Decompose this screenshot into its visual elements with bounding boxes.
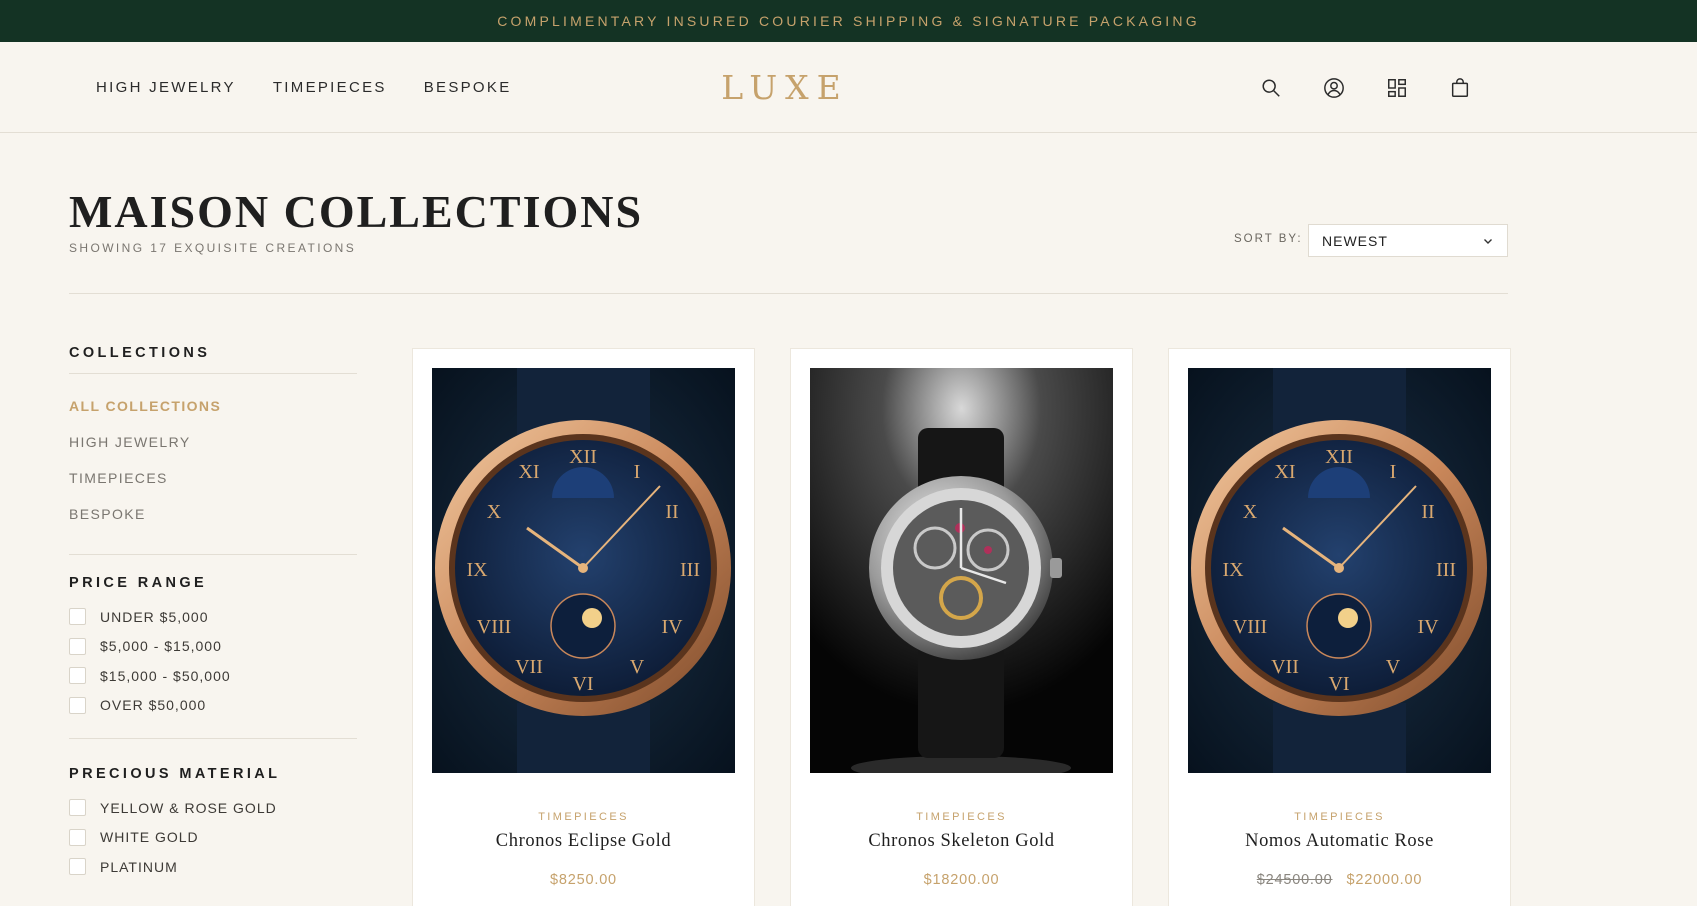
filter-sidebar: COLLECTIONS ALL COLLECTIONS HIGH JEWELRY… [69,345,357,882]
announcement-bar: COMPLIMENTARY INSURED COURIER SHIPPING &… [0,0,1697,42]
collection-high-jewelry[interactable]: HIGH JEWELRY [69,432,357,468]
product-card[interactable]: XII VI IX III I II IV V VII VIII X XI TIMEPIEC… [1168,348,1511,906]
svg-text:V: V [1386,656,1401,678]
announcement-text: COMPLIMENTARY INSURED COURIER SHIPPING &… [497,13,1200,29]
product-image[interactable]: XII VI IX III I II IV V VII VIII X XI [432,368,735,773]
price-filter-list: UNDER $5,000 $5,000 - $15,000 $15,000 - … [69,602,357,720]
svg-text:VII: VII [515,656,543,678]
page-title: MAISON COLLECTIONS [69,186,644,237]
svg-text:XI: XI [1274,461,1295,483]
product-name[interactable]: Nomos Automatic Rose [1169,831,1510,852]
material-heading: PRECIOUS MATERIAL [69,766,281,782]
material-filter-list: YELLOW & ROSE GOLD WHITE GOLD PLATINUM [69,793,357,882]
price-range-heading: PRICE RANGE [69,575,208,591]
divider [69,293,1508,294]
product-name[interactable]: Chronos Skeleton Gold [791,831,1132,852]
svg-text:II: II [665,501,678,523]
collection-timepieces[interactable]: TIMEPIECES [69,468,357,504]
svg-text:IX: IX [466,559,488,581]
svg-text:XI: XI [518,461,539,483]
svg-text:VIII: VIII [1233,616,1267,638]
material-option[interactable]: PLATINUM [69,852,357,882]
product-image[interactable]: XII VI IX III I II IV V VII VIII X XI [1188,368,1491,773]
divider [69,738,357,739]
svg-text:XII: XII [569,446,597,468]
collections-heading: COLLECTIONS [69,345,211,361]
product-card[interactable]: XII VI IX III I II IV V VII VIII X XI TIMEPIEC… [412,348,755,906]
svg-text:IV: IV [661,616,683,638]
svg-text:II: II [1421,501,1434,523]
collection-bespoke[interactable]: BESPOKE [69,504,357,540]
price-option[interactable]: UNDER $5,000 [69,602,357,632]
product-category: TIMEPIECES [1294,811,1385,823]
product-price-row: $24500.00 $22000.00 [1169,872,1510,888]
heart-icon[interactable] [699,382,719,402]
sort-dropdown[interactable]: NEWEST [1308,224,1508,257]
material-option[interactable]: YELLOW & ROSE GOLD [69,793,357,823]
svg-text:I: I [634,461,641,483]
heart-icon[interactable] [1455,382,1475,402]
heart-icon[interactable] [1077,382,1097,402]
svg-text:VI: VI [1328,673,1349,695]
product-card[interactable]: TIMEPIECES Chronos Skeleton Gold $18200.… [790,348,1133,906]
product-price-row: $8250.00 [413,872,754,888]
sort-label: SORT BY: [1234,233,1303,245]
checkbox[interactable] [69,858,86,876]
sort-value: NEWEST [1322,232,1388,249]
product-price: $22000.00 [1346,872,1423,888]
divider [69,554,357,555]
grid-icon[interactable] [1386,77,1408,99]
svg-text:VI: VI [572,673,593,695]
header-actions [1260,42,1471,133]
chevron-down-icon [1484,238,1492,244]
svg-text:X: X [1243,501,1258,523]
site-header: HIGH JEWELRY TIMEPIECES BESPOKE LUXE [0,42,1697,133]
checkbox[interactable] [69,696,86,714]
svg-text:III: III [680,559,700,581]
checkbox[interactable] [69,608,86,626]
svg-text:I: I [1390,461,1397,483]
product-name[interactable]: Chronos Eclipse Gold [413,831,754,852]
results-count: SHOWING 17 EXQUISITE CREATIONS [69,241,357,255]
product-category: TIMEPIECES [916,811,1007,823]
svg-text:VII: VII [1271,656,1299,678]
svg-text:X: X [487,501,502,523]
bag-icon[interactable] [1449,77,1471,99]
divider [69,373,357,374]
product-category: TIMEPIECES [538,811,629,823]
material-option[interactable]: WHITE GOLD [69,823,357,853]
collections-list: ALL COLLECTIONS HIGH JEWELRY TIMEPIECES … [69,396,357,540]
checkbox[interactable] [69,667,86,685]
checkbox[interactable] [69,828,86,846]
price-option[interactable]: $5,000 - $15,000 [69,632,357,662]
checkbox[interactable] [69,637,86,655]
svg-text:V: V [630,656,645,678]
account-icon[interactable] [1323,77,1345,99]
svg-text:XII: XII [1325,446,1353,468]
product-original-price: $24500.00 [1256,872,1333,888]
checkbox[interactable] [69,799,86,817]
svg-text:IX: IX [1222,559,1244,581]
collection-all[interactable]: ALL COLLECTIONS [69,396,357,432]
product-image[interactable] [810,368,1113,773]
price-option[interactable]: $15,000 - $50,000 [69,661,357,691]
svg-text:III: III [1436,559,1456,581]
product-price: $18200.00 [923,872,1000,888]
search-icon[interactable] [1260,77,1282,99]
product-price: $8250.00 [550,872,617,888]
svg-text:VIII: VIII [477,616,511,638]
product-price-row: $18200.00 [791,872,1132,888]
price-option[interactable]: OVER $50,000 [69,691,357,721]
svg-text:IV: IV [1417,616,1439,638]
